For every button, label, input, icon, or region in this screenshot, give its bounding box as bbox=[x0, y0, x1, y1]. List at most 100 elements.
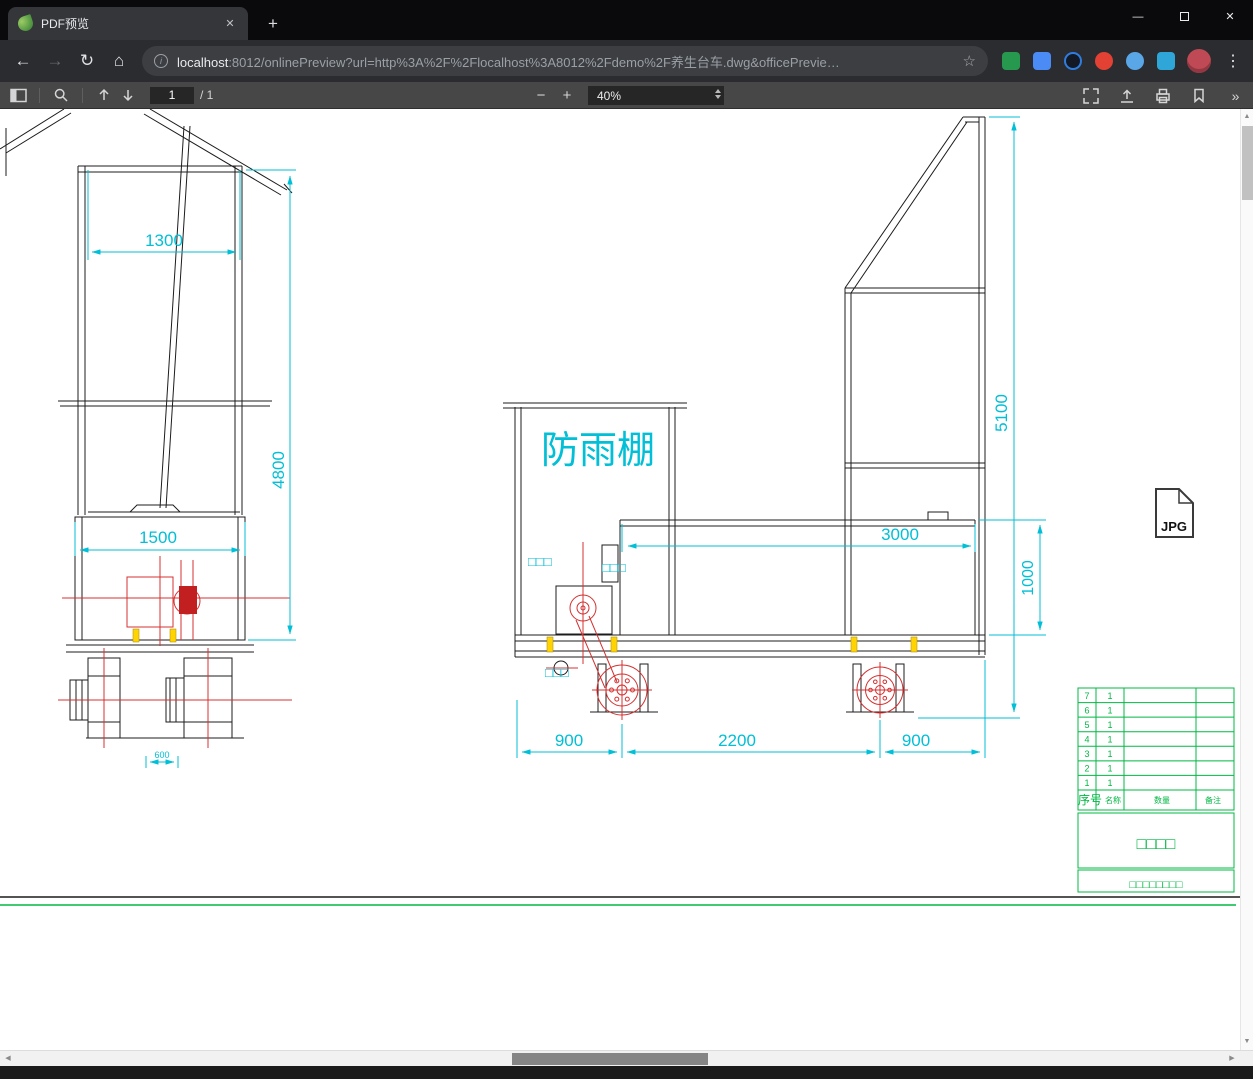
back-button[interactable]: ← bbox=[8, 46, 38, 76]
tb-row-qty: 1 bbox=[1107, 749, 1112, 759]
previous-page-button[interactable] bbox=[92, 84, 116, 106]
tab-close-icon[interactable]: ✕ bbox=[222, 16, 238, 32]
label-placeholder-a: □□□ bbox=[528, 554, 552, 569]
print-button[interactable] bbox=[1151, 85, 1175, 107]
tb-row-qty: 1 bbox=[1107, 778, 1112, 788]
tb-footer: □□□□□□□□ bbox=[1129, 879, 1183, 891]
side-view: 防雨棚 3000 1000 5100 900 2200 900 □□□ □□□ … bbox=[503, 116, 1046, 758]
sheet-border bbox=[0, 896, 1240, 906]
toolbar-divider bbox=[39, 87, 40, 103]
search-button[interactable] bbox=[49, 84, 73, 106]
toolbar-divider bbox=[82, 87, 83, 103]
more-tools-button[interactable]: » bbox=[1223, 85, 1247, 107]
presentation-mode-button[interactable] bbox=[1079, 85, 1103, 107]
tb-row-qty: 1 bbox=[1107, 720, 1112, 730]
url-text[interactable]: localhost:8012/onlinePreview?url=http%3A… bbox=[177, 52, 954, 71]
bookmark-button[interactable] bbox=[1187, 85, 1211, 107]
tab-favicon-leaf-icon bbox=[16, 14, 35, 33]
horizontal-scroll-thumb[interactable] bbox=[512, 1053, 708, 1065]
zoom-out-button[interactable]: − bbox=[528, 85, 554, 107]
open-file-button[interactable] bbox=[1115, 85, 1139, 107]
tb-row-qty: 1 bbox=[1107, 764, 1112, 774]
sidebar-toggle-button[interactable] bbox=[6, 84, 30, 106]
tb-row-num: 4 bbox=[1084, 735, 1089, 745]
extension-icon-4[interactable] bbox=[1095, 52, 1113, 70]
reload-button[interactable]: ↻ bbox=[72, 46, 102, 76]
page-number-input[interactable] bbox=[150, 86, 194, 104]
zoom-controls: − + 40% bbox=[528, 82, 724, 109]
scroll-up-arrow[interactable]: ▲ bbox=[1241, 109, 1253, 125]
next-page-button[interactable] bbox=[116, 84, 140, 106]
cad-drawing-canvas: 1300 4800 1500 600 防雨棚 3000 1000 5100 90… bbox=[0, 109, 1240, 906]
horizontal-scrollbar[interactable]: ◀ ▶ bbox=[0, 1050, 1253, 1066]
scroll-left-arrow[interactable]: ◀ bbox=[0, 1051, 16, 1067]
url-host: localhost bbox=[177, 54, 229, 70]
jpg-placeholder-icon: JPG bbox=[1155, 488, 1194, 538]
label-placeholder-c: □□□ bbox=[545, 665, 569, 680]
minimize-button[interactable]: — bbox=[1115, 0, 1161, 33]
zoom-level-select[interactable]: 40% bbox=[588, 86, 724, 105]
tb-title: □□□□ bbox=[1137, 836, 1176, 853]
dim-600: 600 bbox=[154, 750, 169, 760]
extensions-row bbox=[1002, 52, 1175, 70]
tb-col-note: 备注 bbox=[1205, 795, 1221, 805]
scroll-down-arrow[interactable]: ▼ bbox=[1241, 1034, 1253, 1050]
tb-col-qty: 数量 bbox=[1154, 795, 1170, 805]
extension-icon-1[interactable] bbox=[1002, 52, 1020, 70]
zoom-in-button[interactable]: + bbox=[554, 85, 580, 107]
tab-title: PDF预览 bbox=[41, 17, 90, 31]
dim-900-left: 900 bbox=[555, 731, 583, 750]
tb-row-num: 1 bbox=[1084, 778, 1089, 788]
label-placeholder-b: □□□ bbox=[602, 560, 626, 575]
zoom-level-value: 40% bbox=[597, 88, 622, 103]
dim-5100: 5100 bbox=[992, 394, 1011, 432]
tb-row-num: 6 bbox=[1084, 706, 1089, 716]
pdf-viewer-toolbar: / 1 − + 40% » bbox=[0, 82, 1253, 109]
page-count-label: / 1 bbox=[200, 88, 214, 102]
maximize-button[interactable] bbox=[1161, 0, 1207, 33]
dim-900-right: 900 bbox=[902, 731, 930, 750]
profile-avatar[interactable] bbox=[1187, 49, 1211, 73]
window-controls: — ✕ bbox=[1115, 0, 1253, 33]
tb-row-qty: 1 bbox=[1107, 691, 1112, 701]
home-button[interactable]: ⌂ bbox=[104, 46, 134, 76]
tb-row-num: 5 bbox=[1084, 720, 1089, 730]
tb-col-name: 名称 bbox=[1105, 795, 1121, 805]
forward-button[interactable]: → bbox=[40, 46, 70, 76]
vertical-scrollbar[interactable]: ▲ ▼ bbox=[1240, 109, 1253, 1050]
tb-row-num: 7 bbox=[1084, 691, 1089, 701]
vertical-scroll-thumb[interactable] bbox=[1242, 126, 1253, 200]
front-view: 1300 4800 1500 600 bbox=[0, 109, 296, 768]
window-bottom-edge bbox=[0, 1066, 1253, 1079]
browser-titlebar: PDF预览 ✕ + — ✕ bbox=[0, 0, 1253, 40]
address-bar[interactable]: i localhost:8012/onlinePreview?url=http%… bbox=[142, 46, 988, 76]
dim-3000: 3000 bbox=[881, 525, 919, 544]
extension-icon-6[interactable] bbox=[1157, 52, 1175, 70]
tb-row-num: 2 bbox=[1084, 764, 1089, 774]
new-tab-button[interactable]: + bbox=[260, 11, 286, 37]
dim-1300: 1300 bbox=[145, 231, 183, 250]
dim-1000: 1000 bbox=[1020, 560, 1037, 596]
browser-nav-toolbar: ← → ↻ ⌂ i localhost:8012/onlinePreview?u… bbox=[0, 40, 1253, 82]
shelter-label: 防雨棚 bbox=[541, 430, 655, 472]
tb-row-num: 3 bbox=[1084, 749, 1089, 759]
pdf-page-area: 1300 4800 1500 600 防雨棚 3000 1000 5100 90… bbox=[0, 109, 1253, 1050]
jpg-label: JPG bbox=[1161, 519, 1187, 534]
site-info-icon[interactable]: i bbox=[154, 54, 168, 68]
pdf-toolbar-right: » bbox=[1079, 82, 1247, 109]
title-block: 7 6 5 4 3 2 1 1 1 1 1 1 1 1 序号 名称 数量 备注 … bbox=[1077, 687, 1235, 893]
extension-icon-3[interactable] bbox=[1064, 52, 1082, 70]
tb-row-qty: 1 bbox=[1107, 735, 1112, 745]
maximize-icon bbox=[1179, 12, 1189, 21]
tb-row-qty: 1 bbox=[1107, 706, 1112, 716]
browser-tab[interactable]: PDF预览 ✕ bbox=[8, 7, 248, 40]
zoom-select-arrows-icon bbox=[715, 89, 721, 99]
bookmark-star-icon[interactable]: ☆ bbox=[963, 52, 976, 70]
extension-icon-5[interactable] bbox=[1126, 52, 1144, 70]
tb-col-seq: 序号 bbox=[1078, 792, 1102, 807]
browser-menu-icon[interactable]: ⋮ bbox=[1221, 51, 1245, 71]
dim-4800: 4800 bbox=[269, 451, 288, 489]
scroll-right-arrow[interactable]: ▶ bbox=[1224, 1051, 1240, 1067]
close-button[interactable]: ✕ bbox=[1207, 0, 1253, 33]
extension-icon-2[interactable] bbox=[1033, 52, 1051, 70]
